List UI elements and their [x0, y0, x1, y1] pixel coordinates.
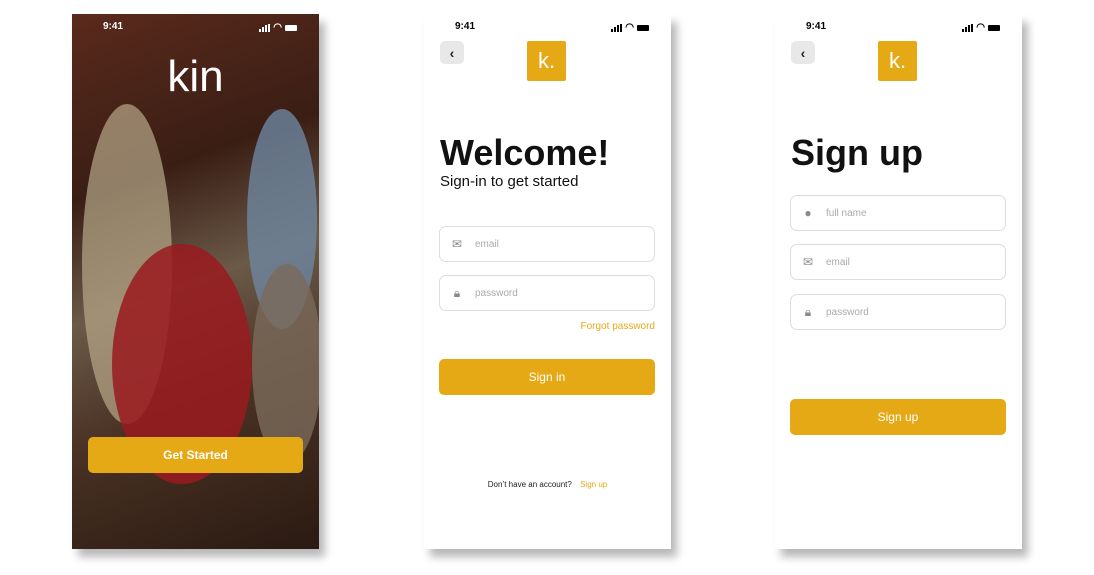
password-placeholder: password [475, 287, 518, 299]
mail-icon: ✉ [451, 237, 463, 251]
battery-icon [285, 24, 297, 31]
back-button[interactable]: ‹ [440, 41, 464, 64]
lock-icon: 🔒︎ [453, 285, 461, 300]
password-field[interactable]: 🔒︎ password [439, 275, 655, 311]
back-button[interactable]: ‹ [791, 41, 815, 64]
email-field[interactable]: ✉ email [439, 226, 655, 262]
email-placeholder: email [826, 256, 850, 268]
page-title: Welcome! [440, 132, 610, 173]
brand-logo: kin [167, 52, 224, 101]
wifi-icon: ◠ [976, 22, 985, 33]
status-time: 9:41 [103, 21, 124, 32]
mail-icon: ✉ [802, 255, 814, 269]
battery-icon [988, 24, 1000, 31]
status-bar: 9:41 ◠ [775, 21, 1022, 35]
full-name-field[interactable]: ● full name [790, 195, 1006, 231]
password-field[interactable]: 🔒︎ password [790, 294, 1006, 330]
full-name-placeholder: full name [826, 207, 867, 219]
wifi-icon: ◠ [273, 22, 282, 33]
signup-screen: 9:41 ◠ ‹ k. Sign up ● full name ✉ email 🔒︎… [775, 14, 1022, 549]
status-time: 9:41 [806, 21, 827, 32]
email-field[interactable]: ✉ email [790, 244, 1006, 280]
signin-screen: 9:41 ◠ ‹ k. Welcome! Sign-in to get star… [424, 14, 671, 549]
signal-icon [611, 23, 623, 32]
status-bar: 9:41 ◠ [72, 21, 319, 35]
get-started-button[interactable]: Get Started [88, 437, 303, 473]
page-title: Sign up [791, 132, 923, 173]
page-subtitle: Sign-in to get started [440, 173, 579, 190]
chevron-left-icon: ‹ [800, 44, 806, 61]
status-time: 9:41 [455, 21, 476, 32]
battery-icon [637, 24, 649, 31]
app-logo: k. [527, 41, 566, 81]
email-placeholder: email [475, 238, 499, 250]
sign-up-link[interactable]: Sign up [580, 480, 607, 489]
splash-screen: 9:41 ◠ kin Get Started [72, 14, 319, 549]
sign-up-button[interactable]: Sign up [790, 399, 1006, 435]
no-account-text: Don’t have an account? [487, 480, 572, 489]
sign-in-button[interactable]: Sign in [439, 359, 655, 395]
app-logo: k. [878, 41, 917, 81]
signal-icon [962, 23, 974, 32]
signal-icon [259, 23, 271, 32]
forgot-password-link[interactable]: Forgot password [581, 321, 655, 332]
user-icon: ● [804, 206, 812, 220]
status-bar: 9:41 ◠ [424, 21, 671, 35]
lock-icon: 🔒︎ [804, 304, 812, 319]
wifi-icon: ◠ [625, 22, 634, 33]
chevron-left-icon: ‹ [449, 44, 455, 61]
password-placeholder: password [826, 306, 869, 318]
